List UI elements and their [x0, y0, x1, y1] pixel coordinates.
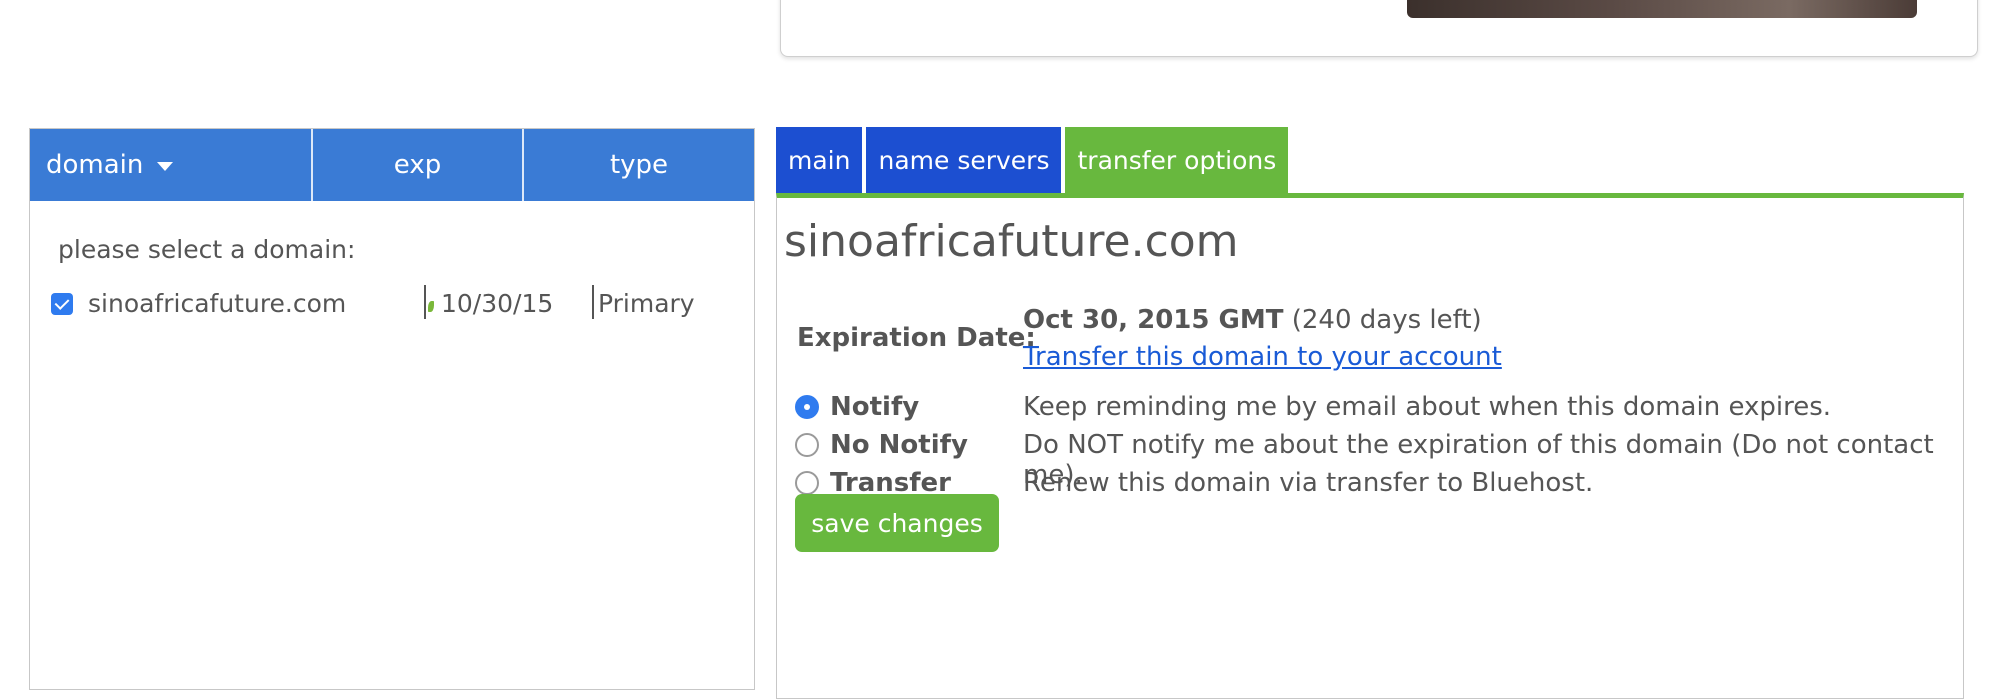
column-divider [424, 285, 426, 319]
domain-list-panel: domain exp type please select a domain: … [29, 128, 755, 690]
no-notify-radio[interactable] [795, 433, 819, 457]
transfer-domain-link[interactable]: Transfer this domain to your account [1023, 342, 1502, 372]
domain-checkbox[interactable] [51, 293, 73, 315]
leaf-icon [428, 301, 434, 312]
no-notify-label[interactable]: No Notify [830, 430, 968, 460]
domain-exp-cell: 10/30/15 [441, 289, 554, 318]
column-divider [592, 285, 594, 319]
transfer-description: Renew this domain via transfer to Blueho… [1023, 468, 1594, 498]
notify-radio[interactable] [795, 395, 819, 419]
save-changes-button[interactable]: save changes [795, 494, 999, 552]
expiration-date-value: Oct 30, 2015 GMT (240 days left) [1023, 305, 1482, 335]
expiration-date-label: Expiration Date: [797, 323, 1036, 353]
domain-list-header: domain exp type [30, 129, 754, 201]
detail-tabs: main name servers transfer options [776, 127, 1289, 193]
transfer-radio[interactable] [795, 471, 819, 495]
expiration-date: Oct 30, 2015 GMT [1023, 305, 1284, 335]
select-domain-prompt: please select a domain: [58, 235, 356, 264]
domain-name-cell[interactable]: sinoafricafuture.com [88, 289, 346, 318]
tab-transfer-options[interactable]: transfer options [1065, 127, 1289, 193]
column-header-type[interactable]: type [524, 129, 754, 201]
option-notify[interactable]: Notify Keep reminding me by email about … [795, 390, 1955, 426]
domain-row[interactable]: sinoafricafuture.com 10/30/15 Primary [48, 283, 744, 325]
tab-main[interactable]: main [776, 127, 863, 193]
option-no-notify[interactable]: No Notify Do NOT notify me about the exp… [795, 428, 1955, 490]
profile-photo [1407, 0, 1917, 18]
column-header-exp[interactable]: exp [313, 129, 524, 201]
days-left: (240 days left) [1291, 305, 1482, 335]
tab-name-servers[interactable]: name servers [866, 127, 1062, 193]
column-header-domain-label: domain [46, 150, 144, 180]
column-header-domain[interactable]: domain [30, 129, 313, 201]
notify-label[interactable]: Notify [830, 392, 919, 422]
page-title: sinoafricafuture.com [784, 216, 1239, 267]
transfer-options-panel: sinoafricafuture.com Expiration Date: Oc… [776, 193, 1964, 699]
notify-description: Keep reminding me by email about when th… [1023, 392, 1832, 422]
sort-down-icon[interactable] [157, 161, 174, 171]
domain-type-cell: Primary [598, 289, 695, 318]
column-header-exp-label: exp [393, 150, 442, 180]
column-header-type-label: type [609, 150, 669, 180]
